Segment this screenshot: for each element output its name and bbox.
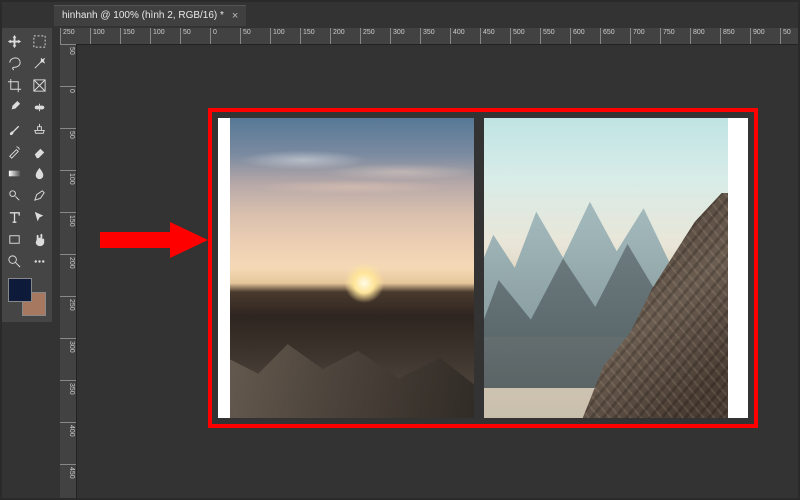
ruler-tick: 900 — [750, 28, 765, 44]
document-tab-bar: hinhanh @ 100% (hình 2, RGB/16) * × — [54, 4, 246, 26]
magic-wand-tool[interactable] — [27, 52, 52, 74]
page-margin-left — [218, 118, 230, 418]
rectangle-tool[interactable] — [2, 228, 27, 250]
ruler-tick: 400 — [450, 28, 465, 44]
rect-marquee-tool[interactable] — [27, 30, 52, 52]
ruler-tick: 50 — [780, 28, 791, 44]
ruler-tick: 50 — [60, 128, 76, 139]
ruler-tick: 200 — [330, 28, 345, 44]
spot-heal-tool[interactable] — [27, 96, 52, 118]
ruler-tick: 100 — [150, 28, 165, 44]
eraser-tool[interactable] — [27, 140, 52, 162]
ruler-tick: 850 — [720, 28, 735, 44]
ruler-tick: 350 — [60, 380, 76, 395]
document-tab-title: hinhanh @ 100% (hình 2, RGB/16) * — [62, 10, 224, 21]
ruler-tick: 250 — [360, 28, 375, 44]
clone-stamp-tool[interactable] — [27, 118, 52, 140]
ruler-tick: 500 — [510, 28, 525, 44]
ruler-tick: 700 — [630, 28, 645, 44]
ruler-tick: 150 — [120, 28, 135, 44]
ruler-tick: 150 — [300, 28, 315, 44]
tools-panel — [2, 28, 52, 322]
gradient-tool[interactable] — [2, 162, 27, 184]
blur-tool[interactable] — [27, 162, 52, 184]
brush-tool[interactable] — [2, 118, 27, 140]
pen-tool[interactable] — [27, 184, 52, 206]
page-margin-right — [728, 118, 748, 418]
foreground-color-swatch[interactable] — [8, 278, 32, 302]
ruler-vertical[interactable]: 50 0 50 100 150 200 250 300 350 400 450 — [60, 44, 77, 498]
ruler-tick: 650 — [600, 28, 615, 44]
type-tool[interactable] — [2, 206, 27, 228]
ruler-tick: 750 — [660, 28, 675, 44]
ruler-tick: 50 — [240, 28, 251, 44]
hand-tool[interactable] — [27, 228, 52, 250]
close-icon[interactable]: × — [232, 10, 238, 22]
ruler-tick: 300 — [390, 28, 405, 44]
ruler-horizontal[interactable]: 2501001501005005010015020025030035040045… — [60, 28, 798, 45]
document-tab[interactable]: hinhanh @ 100% (hình 2, RGB/16) * × — [54, 5, 246, 26]
ruler-tick: 50 — [180, 28, 191, 44]
ruler-tick: 550 — [540, 28, 555, 44]
ruler-tick: 250 — [60, 296, 76, 311]
color-swatches[interactable] — [2, 276, 52, 320]
ruler-tick: 800 — [690, 28, 705, 44]
move-tool[interactable] — [2, 30, 27, 52]
ruler-tick: 400 — [60, 422, 76, 437]
image-right-mountains[interactable] — [484, 118, 728, 418]
ruler-tick: 450 — [60, 464, 76, 479]
ruler-tick: 350 — [420, 28, 435, 44]
annotation-highlight-box — [208, 108, 758, 428]
image-left-sunset[interactable] — [230, 118, 474, 418]
history-brush-tool[interactable] — [2, 140, 27, 162]
ruler-tick: 150 — [60, 212, 76, 227]
ruler-tick: 200 — [60, 254, 76, 269]
ruler-tick: 300 — [60, 338, 76, 353]
ruler-tick: 600 — [570, 28, 585, 44]
canvas-area[interactable] — [78, 46, 798, 498]
crop-tool[interactable] — [2, 74, 27, 96]
ruler-tick: 0 — [60, 86, 76, 93]
ruler-tick: 250 — [60, 28, 75, 44]
ruler-tick: 100 — [60, 170, 76, 185]
zoom-tool[interactable] — [2, 250, 27, 272]
path-select-tool[interactable] — [27, 206, 52, 228]
edit-toolbar[interactable] — [27, 250, 52, 272]
frame-tool[interactable] — [27, 74, 52, 96]
canvas-document[interactable] — [218, 118, 748, 418]
ruler-tick: 450 — [480, 28, 495, 44]
eyedropper-tool[interactable] — [2, 96, 27, 118]
ruler-tick: 100 — [90, 28, 105, 44]
ruler-tick: 100 — [270, 28, 285, 44]
ruler-tick: 50 — [60, 44, 76, 55]
ruler-tick: 0 — [210, 28, 217, 44]
dodge-tool[interactable] — [2, 184, 27, 206]
lasso-tool[interactable] — [2, 52, 27, 74]
